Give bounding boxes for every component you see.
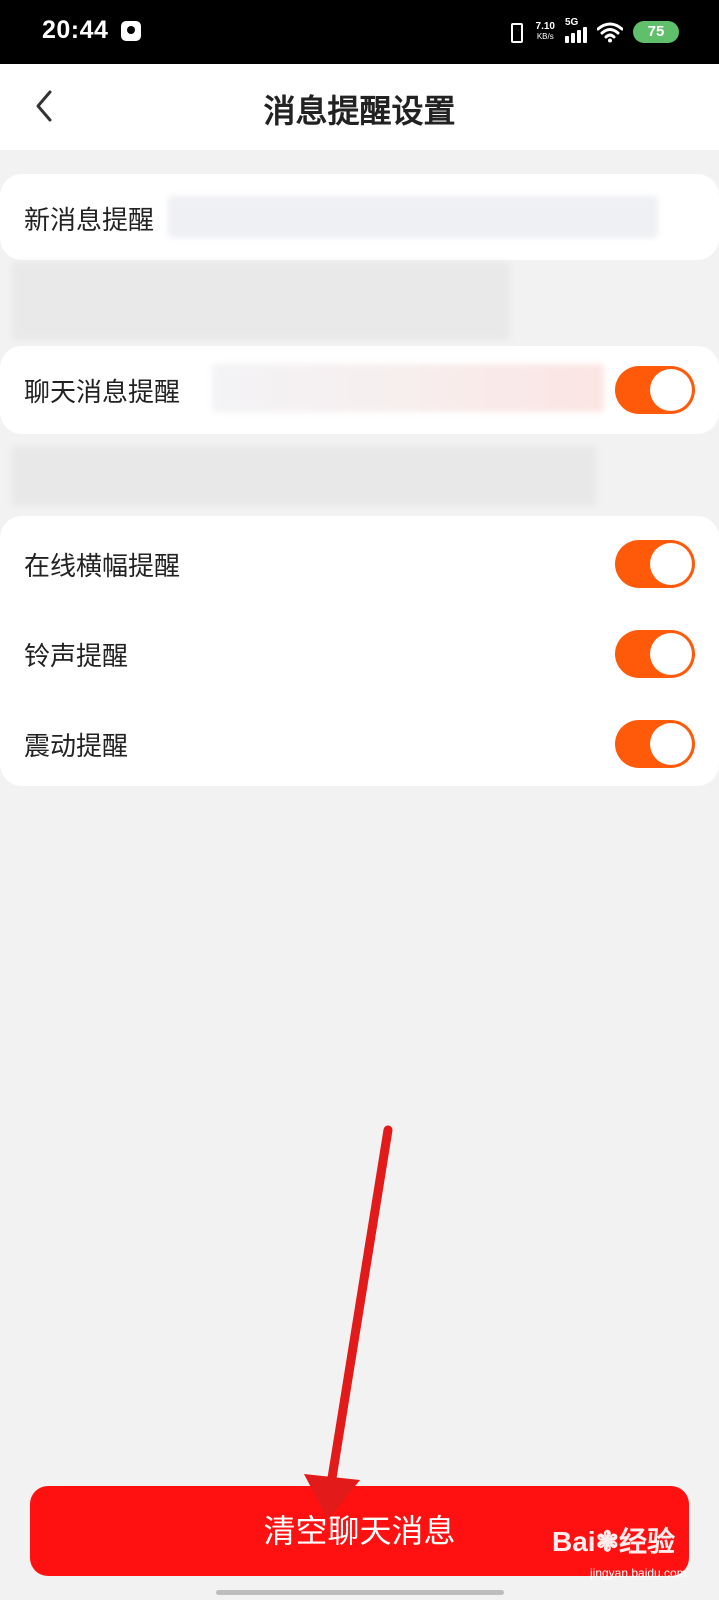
signal-icon: 5G: [565, 17, 587, 43]
alert-row-ringtone: 铃声提醒: [0, 610, 719, 698]
page-title: 消息提醒设置: [263, 92, 456, 130]
banner-alert-label: 在线横幅提醒: [24, 552, 181, 582]
watermark-brand: Bai: [552, 1526, 596, 1557]
chat-message-card: 聊天消息提醒: [0, 346, 719, 434]
wifi-icon: [597, 22, 623, 43]
toggle-knob: [650, 369, 692, 411]
alert-options-card: 在线横幅提醒 铃声提醒 震动提醒: [0, 516, 719, 786]
paw-icon: ❃: [595, 1526, 620, 1557]
network-type: 5G: [565, 17, 579, 28]
battery-icon: 75: [633, 21, 679, 43]
speed-unit: KB/s: [536, 32, 554, 41]
chat-message-label: 聊天消息提醒: [24, 378, 181, 408]
network-speed: 7.10 KB/s: [536, 22, 555, 42]
alert-row-banner: 在线横幅提醒: [0, 520, 719, 608]
home-indicator[interactable]: [216, 1590, 504, 1595]
redacted-hint: [12, 446, 596, 506]
baidu-watermark-logo: Bai❃经验: [552, 1520, 692, 1564]
vibration-alert-label: 震动提醒: [24, 732, 129, 762]
vibrate-icon: [504, 21, 526, 43]
header: 消息提醒设置: [0, 64, 719, 150]
chat-message-row: 聊天消息提醒: [0, 346, 719, 434]
new-message-card: 新消息提醒: [0, 174, 719, 260]
status-icons: 7.10 KB/s 5G 75: [504, 17, 679, 46]
redacted-hint: [12, 262, 510, 340]
new-message-label: 新消息提醒: [24, 206, 155, 236]
speed-value: 7.10: [535, 21, 555, 32]
toggle-knob: [650, 633, 692, 675]
chat-message-toggle[interactable]: [615, 366, 695, 414]
watermark-brand-tail: 经验: [619, 1526, 676, 1557]
banner-alert-toggle[interactable]: [615, 540, 695, 588]
app-notification-icon: [121, 21, 141, 41]
redacted-content: [168, 196, 658, 238]
watermark-url: jingyan.baidu.com: [590, 1566, 687, 1580]
toggle-knob: [650, 723, 692, 765]
status-bar: 20:44 7.10 KB/s 5G 75: [0, 0, 719, 64]
status-time: 20:44: [42, 16, 109, 44]
vibration-alert-toggle[interactable]: [615, 720, 695, 768]
new-message-row[interactable]: 新消息提醒: [0, 174, 719, 260]
ringtone-alert-label: 铃声提醒: [24, 642, 129, 672]
alert-row-vibration: 震动提醒: [0, 700, 719, 788]
redacted-content: [212, 364, 604, 412]
ringtone-alert-toggle[interactable]: [615, 630, 695, 678]
toggle-knob: [650, 543, 692, 585]
